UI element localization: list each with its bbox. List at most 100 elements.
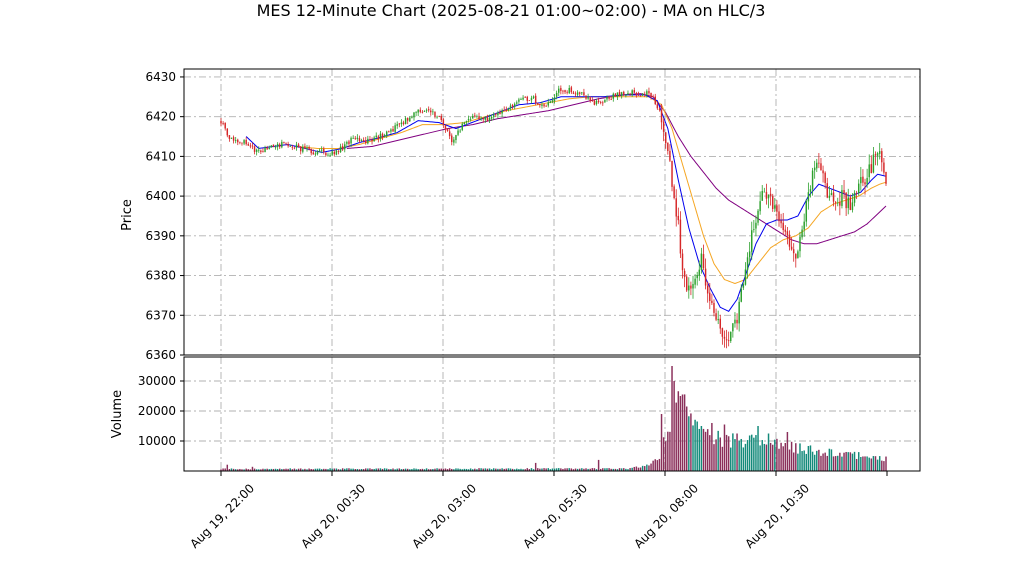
volume-bar [736,433,738,471]
candle-body [878,151,881,154]
candle-body [816,162,818,169]
candle-body [669,150,671,161]
candle-body [476,115,478,117]
candle-body [503,109,505,111]
candle-body [234,140,237,141]
candle-body [455,135,457,141]
volume-bar [866,456,868,471]
price-tick-label: 6400 [145,189,176,203]
candle-body [224,122,226,129]
candle-body [283,142,285,143]
volume-bar [717,430,719,471]
candle-body [316,151,319,155]
candle-body [453,139,455,143]
candle-body [348,141,350,145]
candle-body [392,129,394,132]
volume-bar [746,440,749,471]
candle-body [222,123,224,124]
candle-body [308,147,310,149]
candle-body [685,276,688,291]
candle-body [255,149,258,152]
candle-body [379,133,382,139]
volume-bar [709,435,711,471]
volume-bar [824,452,826,471]
chart-title: MES 12-Minute Chart (2025-08-21 01:00~02… [257,1,766,20]
volume-bar [849,452,852,471]
candle-body [541,104,543,106]
volume-bar [648,465,650,471]
candle-body [427,109,430,111]
volume-bar [832,456,835,471]
volume-bar [878,456,881,471]
volume-bar [809,445,812,471]
candle-body [325,152,327,156]
price-tick-label: 6370 [145,308,176,322]
volume-bar [774,439,776,471]
candle-body [805,200,808,222]
candle-body [486,117,489,121]
candle-body [457,130,459,135]
candle-body [803,221,805,230]
candle-body [847,197,849,209]
candle-body [662,121,665,132]
candle-body [664,132,667,144]
volume-bar [660,414,663,471]
candle-body [872,154,875,173]
candle-body [719,318,722,329]
candle-body [623,91,625,96]
candle-body [356,137,359,139]
candle-body [543,104,545,107]
candle-body [524,97,526,98]
candle-body [795,253,797,259]
candle-body [394,125,396,132]
candle-body [220,121,222,124]
candle-body [320,149,323,151]
volume-bar [782,446,784,471]
candle-body [304,146,306,149]
volume-bar [719,437,722,471]
candle-body [765,191,768,199]
candle-body [327,154,329,156]
volume-bar [675,402,677,471]
candle-body [585,95,587,99]
candle-body [564,90,566,93]
volume-bar [776,438,778,471]
candle-body [352,137,354,139]
candle-body [774,205,776,209]
candle-body [784,229,787,232]
candle-body [310,148,312,154]
volume-bar [839,452,841,471]
candle-body [501,110,503,114]
candle-body [711,300,713,303]
volume-bar [744,443,747,471]
volume-bar [639,467,642,471]
candle-body [704,268,707,286]
candle-body [396,124,398,126]
volume-bar [876,459,879,471]
candle-body [381,133,384,138]
candle-body [883,162,885,173]
candle-body [574,93,577,95]
candle-body [253,146,256,152]
candle-body [576,92,579,95]
volume-bar [662,437,665,471]
candle-body [692,283,694,289]
candle-body [423,111,426,112]
candle-body [809,189,812,192]
candle-body [534,95,537,104]
candle-body [518,99,520,102]
volume-bar [778,448,780,471]
candle-body [482,117,484,120]
candle-body [413,112,415,118]
candle-body [555,92,558,97]
candle-body [627,93,629,95]
candle-body [667,142,669,151]
volume-bar [683,394,686,471]
candle-body [469,118,472,120]
candle-body [608,97,610,99]
candle-body [511,105,514,107]
candle-body [683,270,686,278]
candle-body [734,319,736,324]
volume-bar [765,444,768,471]
candle-body [616,92,619,97]
